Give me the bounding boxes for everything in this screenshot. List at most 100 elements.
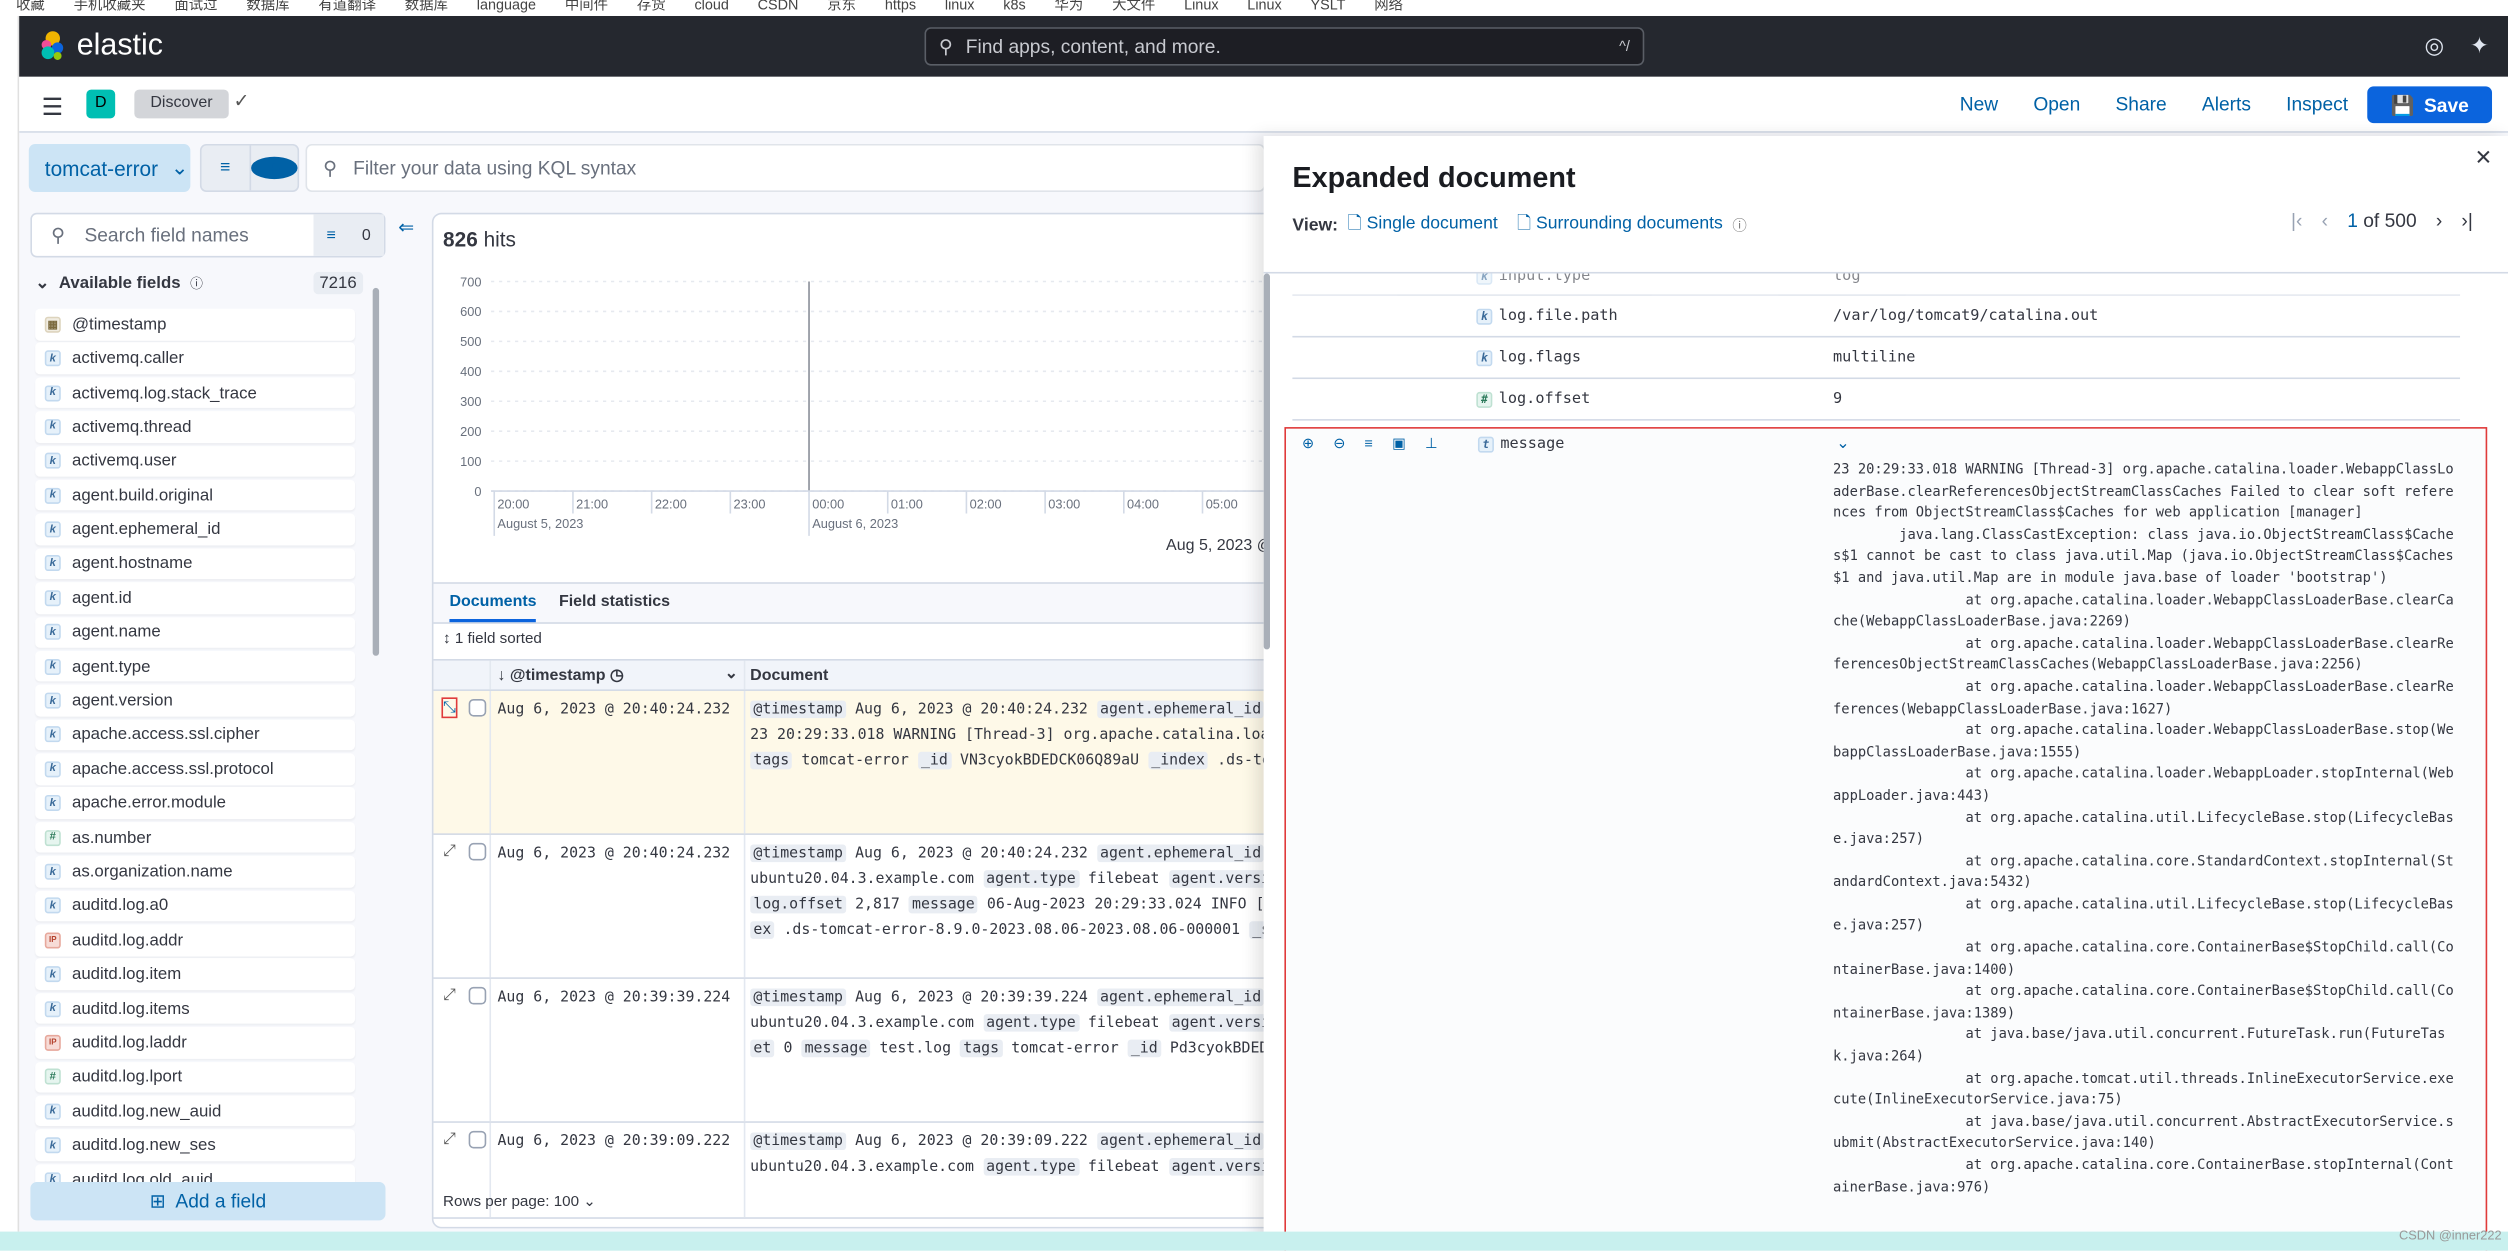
bookmark[interactable]: 有道翻译 — [318, 0, 376, 16]
bookmark[interactable]: 大文件 — [1112, 0, 1155, 16]
tab-documents[interactable]: Documents — [449, 584, 537, 623]
kql-search-input[interactable]: ⚲ Filter your data using KQL syntax — [305, 143, 1266, 192]
field-item[interactable]: k activemq.user — [35, 445, 356, 477]
add-field-button[interactable]: ⊞ Add a field — [30, 1182, 386, 1221]
bookmark[interactable]: cloud — [694, 0, 728, 16]
table-row[interactable]: ⤡ Aug 6, 2023 @ 20:40:24.232 @timestamp Au… — [433, 690, 1279, 835]
bookmark[interactable]: CSDN — [758, 0, 799, 16]
collapse-value-icon[interactable]: ⌄ — [1836, 435, 1849, 453]
field-item[interactable]: # as.number — [35, 821, 356, 854]
expand-icon[interactable]: ⤢ — [443, 987, 456, 1005]
flyout-scrollbar[interactable] — [1263, 273, 1271, 650]
bookmark[interactable]: 数据库 — [405, 0, 448, 16]
field-item[interactable]: ▦ @timestamp — [35, 308, 356, 340]
last-page-icon[interactable]: ›| — [2461, 210, 2472, 232]
expand-icon[interactable]: ⤢ — [443, 843, 456, 861]
rows-per-page-select[interactable]: Rows per page: 100 ⌄ — [443, 1193, 596, 1211]
field-item[interactable]: k agent.id — [35, 582, 356, 614]
field-item[interactable]: k activemq.log.stack_trace — [35, 377, 356, 409]
column-header-timestamp[interactable]: ↓ @timestamp ◷ — [497, 667, 623, 685]
breadcrumb-discover[interactable]: Discover — [134, 89, 229, 119]
field-item[interactable]: IP auditd.log.addr — [35, 924, 356, 956]
filter-for-icon[interactable]: ⊕ — [1302, 435, 1314, 453]
bookmark[interactable]: 收藏 — [16, 0, 45, 16]
bookmark[interactable]: https — [885, 0, 916, 16]
filter-icon[interactable]: ≡ — [202, 146, 249, 191]
expand-icon[interactable]: ⤡ — [441, 697, 458, 719]
bookmark[interactable]: Linux — [1247, 0, 1281, 16]
field-item[interactable]: k auditd.log.items — [35, 992, 356, 1025]
row-checkbox[interactable] — [468, 1130, 487, 1149]
field-item[interactable]: k auditd.log.new_auid — [35, 1095, 356, 1127]
field-item[interactable]: k agent.type — [35, 650, 356, 683]
filter-out-icon[interactable]: ⊖ — [1333, 435, 1345, 453]
row-checkbox[interactable] — [468, 986, 487, 1005]
sort-indicator[interactable]: ↕ 1 field sorted — [443, 630, 542, 648]
field-item[interactable]: IP auditd.log.laddr — [35, 1027, 356, 1059]
topbar-link-inspect[interactable]: Inspect — [2286, 93, 2348, 115]
bookmark[interactable]: Linux — [1184, 0, 1218, 16]
news-feed-icon[interactable]: ✦ — [2470, 32, 2489, 59]
elastic-logo[interactable]: elastic — [38, 29, 163, 64]
field-item[interactable]: k apache.access.ssl.protocol — [35, 753, 356, 785]
first-page-icon[interactable]: |‹ — [2291, 210, 2302, 232]
field-item[interactable]: k auditd.log.item — [35, 958, 356, 990]
bookmark[interactable]: 手机收藏夹 — [74, 0, 146, 16]
topbar-link-open[interactable]: Open — [2033, 93, 2080, 115]
bookmark[interactable]: 京东 — [827, 0, 856, 16]
field-item[interactable]: k agent.name — [35, 616, 356, 648]
topbar-link-share[interactable]: Share — [2115, 93, 2166, 115]
surrounding-documents-link[interactable]: 🗋 Surrounding documents — [1517, 210, 1723, 240]
space-avatar[interactable]: D — [86, 89, 116, 119]
index-pattern-select[interactable]: tomcat-error ⌄ — [28, 143, 191, 192]
pin-icon[interactable]: ⊥ — [1425, 435, 1438, 453]
table-row[interactable]: ⤢ Aug 6, 2023 @ 20:40:24.232 @timestamp Au… — [433, 834, 1279, 979]
row-checkbox[interactable] — [468, 842, 487, 861]
filter-exists-icon[interactable]: ▣ — [1392, 435, 1406, 453]
row-checkbox[interactable] — [468, 698, 487, 717]
field-item[interactable]: k activemq.caller — [35, 342, 356, 375]
bookmark[interactable]: 数据库 — [246, 0, 289, 16]
bookmark[interactable]: 面试过 — [174, 0, 217, 16]
prev-page-icon[interactable]: ‹ — [2322, 210, 2328, 232]
column-menu-icon[interactable]: ⌄ — [725, 665, 738, 683]
available-fields-header[interactable]: ⌄ Available fields ⓘ 7216 — [35, 271, 364, 295]
bookmark[interactable]: YSLT — [1311, 0, 1346, 16]
add-filter-button[interactable]: + — [248, 145, 298, 191]
save-button[interactable]: 💾 Save — [2367, 86, 2493, 124]
field-item[interactable]: k agent.build.original — [35, 479, 356, 511]
field-item[interactable]: k apache.access.ssl.cipher — [35, 719, 356, 751]
field-filter-button[interactable]: ≡ 0 — [313, 214, 384, 256]
sidebar-scrollbar[interactable] — [372, 287, 380, 656]
field-search-input[interactable]: ⚲ Search field names ≡ 0 — [30, 212, 386, 258]
table-row[interactable]: ⤢ Aug 6, 2023 @ 20:39:39.224 @timestamp Au… — [433, 978, 1279, 1123]
field-item[interactable]: # auditd.log.lport — [35, 1061, 356, 1093]
bookmark[interactable]: k8s — [1003, 0, 1025, 16]
field-item[interactable]: k auditd.log.new_ses — [35, 1129, 356, 1162]
topbar-link-new[interactable]: New — [1960, 93, 1998, 115]
tab-field-statistics[interactable]: Field statistics — [559, 584, 670, 622]
bookmark[interactable]: language — [477, 0, 536, 16]
bookmark[interactable]: 华为 — [1054, 0, 1083, 16]
bookmark[interactable]: 存货 — [637, 0, 666, 16]
bookmark[interactable]: linux — [945, 0, 975, 16]
field-item[interactable]: k apache.error.module — [35, 787, 356, 819]
field-item[interactable]: k agent.ephemeral_id — [35, 513, 356, 546]
field-item[interactable]: k auditd.log.a0 — [35, 890, 356, 922]
field-item[interactable]: k activemq.thread — [35, 411, 356, 443]
bookmark[interactable]: 中间件 — [565, 0, 608, 16]
expand-icon[interactable]: ⤢ — [443, 1131, 456, 1149]
menu-icon[interactable]: ☰ — [42, 93, 64, 121]
single-document-link[interactable]: 🗋 Single document — [1348, 210, 1498, 240]
close-icon[interactable]: ✕ — [2475, 146, 2492, 172]
help-icon[interactable]: ◎ — [2424, 32, 2444, 59]
topbar-link-alerts[interactable]: Alerts — [2202, 93, 2251, 115]
next-page-icon[interactable]: › — [2436, 210, 2442, 232]
global-search-input[interactable]: ⚲ Find apps, content, and more. ^/ — [924, 27, 1645, 66]
collapse-sidebar-icon[interactable]: ⇐ — [398, 216, 414, 238]
toggle-column-icon[interactable]: ≡ — [1365, 435, 1373, 453]
field-item[interactable]: k agent.hostname — [35, 548, 356, 580]
field-item[interactable]: k agent.version — [35, 685, 356, 717]
field-item[interactable]: k as.organization.name — [35, 856, 356, 888]
bookmark[interactable]: 网络 — [1374, 0, 1403, 16]
